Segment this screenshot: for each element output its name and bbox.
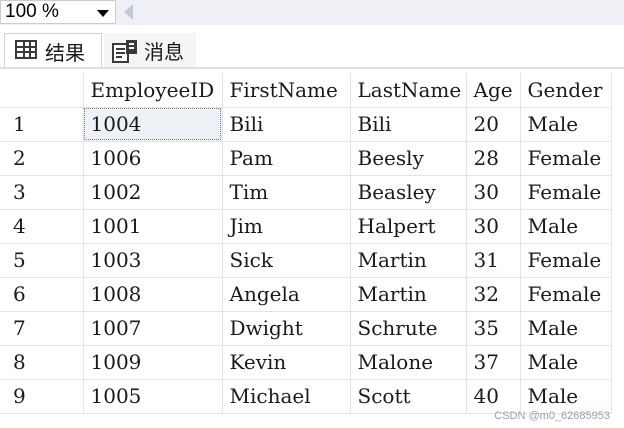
employee-id-cell[interactable]: 1008 [83,277,223,312]
employee-id-cell[interactable]: 1004 [83,107,223,142]
row-number[interactable]: 5 [0,243,84,278]
column-header[interactable]: EmployeeID [83,73,223,108]
age-cell[interactable]: 35 [466,311,521,346]
first-name-cell[interactable]: Kevin [222,345,351,380]
employee-id-cell[interactable]: 1005 [83,379,223,414]
tab-divider [0,67,624,69]
last-name-cell[interactable]: Schrute [350,311,467,346]
age-cell[interactable]: 30 [466,209,521,244]
gender-cell[interactable]: Female [520,141,612,176]
last-name-cell[interactable]: Beasley [350,175,467,210]
row-number[interactable]: 8 [0,345,84,380]
table-row: 8 1009 Kevin Malone 37 Male [0,345,612,380]
row-number[interactable]: 1 [0,107,84,142]
gender-cell[interactable]: Male [520,209,612,244]
gender-cell[interactable]: Male [520,345,612,380]
results-grid-icon [15,40,37,59]
table-row: 1 1004 Bili Bili 20 Male [0,107,612,142]
last-name-cell[interactable]: Scott [350,379,467,414]
tab-results-label: 结果 [45,41,85,65]
table-row: 7 1007 Dwight Schrute 35 Male [0,311,612,346]
scroll-left-arrow-icon[interactable] [124,4,133,20]
gender-cell[interactable]: Male [520,107,612,142]
gender-cell[interactable]: Male [520,379,612,414]
horizontal-scroll-track[interactable] [140,0,624,25]
zoom-select[interactable]: 100 % [0,0,116,24]
column-header[interactable]: LastName [350,73,467,108]
gender-cell[interactable]: Female [520,243,612,278]
employee-id-cell[interactable]: 1009 [83,345,223,380]
last-name-cell[interactable]: Malone [350,345,467,380]
last-name-cell[interactable]: Martin [350,277,467,312]
age-cell[interactable]: 40 [466,379,521,414]
row-number[interactable]: 9 [0,379,84,414]
gender-cell[interactable]: Female [520,175,612,210]
table-row: 9 1005 Michael Scott 40 Male [0,379,612,414]
first-name-cell[interactable]: Pam [222,141,351,176]
first-name-cell[interactable]: Sick [222,243,351,278]
employee-id-cell[interactable]: 1001 [83,209,223,244]
first-name-cell[interactable]: Michael [222,379,351,414]
zoom-value: 100 % [5,1,59,22]
first-name-cell[interactable]: Jim [222,209,351,244]
table-row: 6 1008 Angela Martin 32 Female [0,277,612,312]
last-name-cell[interactable]: Martin [350,243,467,278]
row-number[interactable]: 6 [0,277,84,312]
chevron-down-icon[interactable] [97,10,109,17]
age-cell[interactable]: 37 [466,345,521,380]
employee-id-cell[interactable]: 1002 [83,175,223,210]
column-header[interactable]: Age [466,73,521,108]
table-row: 4 1001 Jim Halpert 30 Male [0,209,612,244]
results-grid: EmployeeID FirstName LastName Age Gender… [0,73,612,414]
last-name-cell[interactable]: Beesly [350,141,467,176]
age-cell[interactable]: 20 [466,107,521,142]
employee-id-cell[interactable]: 1006 [83,141,223,176]
last-name-cell[interactable]: Bili [350,107,467,142]
employee-id-cell[interactable]: 1003 [83,243,223,278]
row-number[interactable]: 2 [0,141,84,176]
row-number-header[interactable] [0,73,84,108]
messages-icon [112,40,137,63]
grid-header-row: EmployeeID FirstName LastName Age Gender [0,73,612,108]
row-number[interactable]: 7 [0,311,84,346]
table-row: 2 1006 Pam Beesly 28 Female [0,141,612,176]
age-cell[interactable]: 28 [466,141,521,176]
first-name-cell[interactable]: Bili [222,107,351,142]
tab-results[interactable]: 结果 [4,33,102,67]
age-cell[interactable]: 32 [466,277,521,312]
watermark: CSDN @m0_62685953 [494,410,610,422]
gender-cell[interactable]: Male [520,311,612,346]
column-header[interactable]: Gender [520,73,612,108]
age-cell[interactable]: 31 [466,243,521,278]
tab-messages-label: 消息 [144,40,184,64]
table-row: 3 1002 Tim Beasley 30 Female [0,175,612,210]
first-name-cell[interactable]: Tim [222,175,351,210]
age-cell[interactable]: 30 [466,175,521,210]
first-name-cell[interactable]: Dwight [222,311,351,346]
employee-id-cell[interactable]: 1007 [83,311,223,346]
row-number[interactable]: 3 [0,175,84,210]
table-row: 5 1003 Sick Martin 31 Female [0,243,612,278]
gender-cell[interactable]: Female [520,277,612,312]
column-header[interactable]: FirstName [222,73,351,108]
row-number[interactable]: 4 [0,209,84,244]
tab-messages[interactable]: 消息 [104,33,196,67]
first-name-cell[interactable]: Angela [222,277,351,312]
zoom-toolbar: 100 % [0,0,624,25]
last-name-cell[interactable]: Halpert [350,209,467,244]
